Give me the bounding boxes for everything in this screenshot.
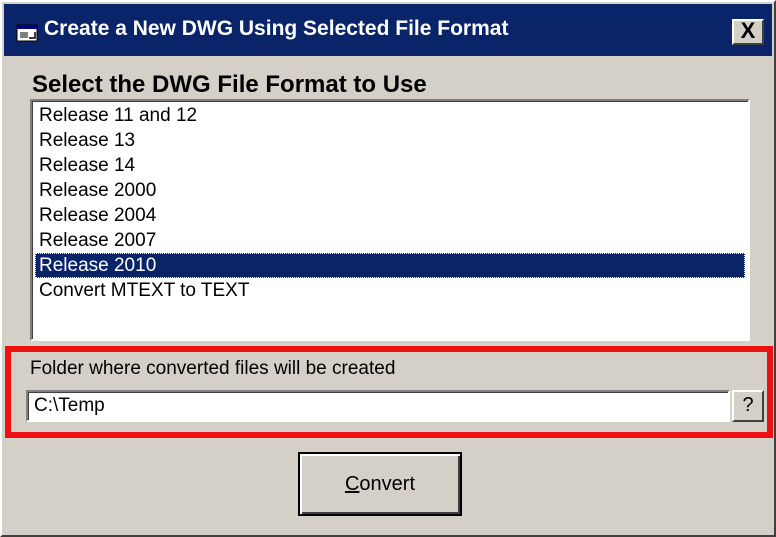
folder-label: Folder where converted files will be cre… (30, 358, 396, 379)
folder-path-input[interactable] (26, 390, 730, 422)
list-item[interactable]: Release 2004 (35, 203, 745, 228)
window-title: Create a New DWG Using Selected File For… (44, 17, 509, 40)
list-item[interactable]: Release 14 (35, 153, 745, 178)
list-item[interactable]: Release 2000 (35, 178, 745, 203)
list-item[interactable]: Convert MTEXT to TEXT (35, 278, 745, 303)
convert-mnemonic: C (344, 473, 360, 495)
list-item[interactable]: Release 2010 (35, 253, 745, 278)
browse-folder-button[interactable]: ? (732, 390, 764, 422)
list-item[interactable]: Release 2007 (35, 228, 745, 253)
question-mark-icon: ? (742, 394, 754, 416)
list-item[interactable]: Release 11 and 12 (35, 103, 745, 128)
convert-label: onvert (359, 473, 416, 495)
format-listbox[interactable]: Release 11 and 12 Release 13 Release 14 Rel… (30, 99, 750, 341)
close-button[interactable]: X (732, 19, 764, 45)
close-icon: X (740, 18, 756, 43)
title-bar[interactable]: Create a New DWG Using Selected File For… (4, 4, 772, 56)
list-item[interactable]: Release 13 (35, 128, 745, 153)
app-icon (16, 24, 38, 42)
convert-button[interactable]: Convert (298, 452, 462, 516)
dialog-window: Create a New DWG Using Selected File For… (0, 0, 776, 537)
format-heading: Select the DWG File Format to Use (32, 71, 427, 98)
